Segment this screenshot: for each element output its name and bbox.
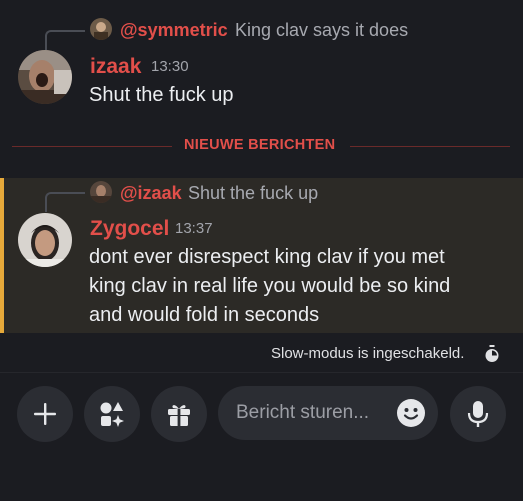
username[interactable]: izaak <box>90 55 141 79</box>
reply-username[interactable]: @symmetric <box>120 20 228 41</box>
avatar[interactable] <box>18 50 72 104</box>
voice-button[interactable] <box>450 386 506 442</box>
reply-avatar <box>90 18 112 40</box>
message-text: and would fold in seconds <box>89 304 320 326</box>
plus-icon <box>34 403 56 425</box>
timestamp: 13:30 <box>151 58 189 75</box>
divider-label: NIEUWE BERICHTEN <box>184 137 336 153</box>
message-text: king clav in real life you would be so k… <box>89 275 451 297</box>
reply-username[interactable]: @izaak <box>120 183 182 204</box>
avatar[interactable] <box>18 213 72 267</box>
gift-icon <box>168 405 190 426</box>
timestamp: 13:37 <box>175 220 213 237</box>
reply-preview[interactable]: Shut the fuck up <box>188 183 318 204</box>
username[interactable]: Zygocel <box>90 217 169 241</box>
slowmode-status: Slow-modus is ingeschakeld. <box>271 345 465 362</box>
microphone-icon <box>467 401 489 427</box>
reply-preview[interactable]: King clav says it does <box>235 20 408 41</box>
add-button[interactable] <box>17 386 73 442</box>
emoji-icon <box>397 399 425 427</box>
apps-button[interactable] <box>84 386 140 442</box>
reply-connector <box>45 192 85 212</box>
timer-icon <box>484 345 500 363</box>
message-text: dont ever disrespect king clav if you me… <box>89 246 445 268</box>
emoji-button[interactable] <box>396 398 426 428</box>
divider-line-right <box>350 146 510 147</box>
reply-avatar <box>90 181 112 203</box>
apps-icon <box>100 402 124 427</box>
reply-connector <box>45 30 85 50</box>
message-text: Shut the fuck up <box>89 84 234 106</box>
gift-button[interactable] <box>151 386 207 442</box>
divider-line-left <box>12 146 172 147</box>
